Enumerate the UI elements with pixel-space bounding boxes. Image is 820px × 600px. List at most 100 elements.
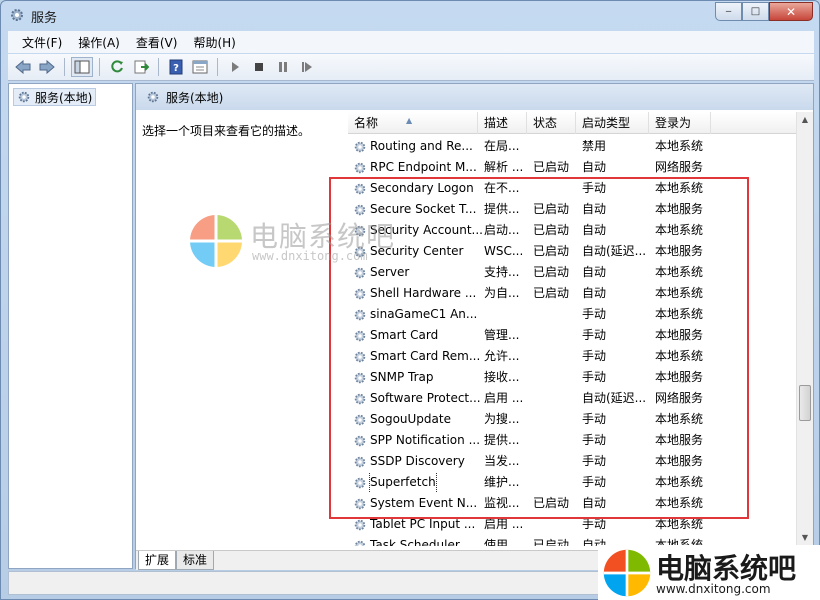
service-row[interactable]: SNMP Trap 接收... 手动 本地服务 (348, 367, 800, 388)
service-row[interactable]: Smart Card Rem... 允许... 手动 本地系统 (348, 346, 800, 367)
service-description: WSC... (484, 244, 524, 258)
scroll-down-icon[interactable]: ▼ (797, 530, 813, 546)
scroll-up-icon[interactable]: ▲ (797, 112, 813, 128)
start-service-icon[interactable] (224, 57, 246, 77)
vertical-scrollbar[interactable]: ▲ ▼ (796, 112, 813, 546)
service-startup-type: 手动 (582, 349, 607, 363)
service-row[interactable]: SogouUpdate 为搜... 手动 本地系统 (348, 409, 800, 430)
maximize-button[interactable]: □ (742, 2, 769, 21)
service-row[interactable]: Server 支持... 已启动 自动 本地系统 (348, 262, 800, 283)
service-row[interactable]: Superfetch 维护... 手动 本地系统 (348, 472, 800, 493)
service-row[interactable]: SPP Notification ... 提供... 手动 本地服务 (348, 430, 800, 451)
service-name: Secure Socket T... (370, 202, 477, 216)
menu-action[interactable]: 操作(A) (70, 34, 128, 51)
service-gear-icon (354, 141, 366, 152)
tree-item-services-local[interactable]: 服务(本地) (13, 88, 97, 106)
service-row[interactable]: Task Scheduler 使用... 已启动 自动 本地系统 (348, 535, 800, 546)
service-name-cell: SPP Notification ... (353, 430, 483, 451)
service-status: 已启动 (533, 496, 570, 510)
service-name: Security Center (370, 244, 464, 258)
service-row[interactable]: System Event N... 监视... 已启动 自动 本地系统 (348, 493, 800, 514)
service-log-on-as: 网络服务 (655, 391, 704, 405)
service-name: Task Scheduler (370, 538, 460, 546)
service-gear-icon (354, 183, 366, 194)
service-row[interactable]: Routing and Re... 在局... 禁用 本地系统 (348, 136, 800, 157)
service-log-on-as: 本地服务 (655, 454, 704, 468)
service-description: 提供... (484, 433, 520, 447)
menu-file[interactable]: 文件(F) (14, 34, 70, 51)
service-row[interactable]: SSDP Discovery 当发... 手动 本地服务 (348, 451, 800, 472)
close-button[interactable]: ✕ (769, 2, 813, 21)
service-row[interactable]: RPC Endpoint M... 解析 ... 已启动 自动 网络服务 (348, 157, 800, 178)
service-log-on-as: 本地服务 (655, 202, 704, 216)
services-gear-icon (11, 9, 23, 21)
service-log-on-as: 本地系统 (655, 286, 704, 300)
service-gear-icon (354, 288, 366, 299)
service-gear-icon (354, 519, 366, 530)
forward-icon[interactable] (36, 57, 58, 77)
service-description: 提供... (484, 202, 520, 216)
service-gear-icon (354, 330, 366, 341)
service-gear-icon (354, 309, 366, 320)
service-startup-type: 自动 (582, 223, 607, 237)
stop-service-icon[interactable] (248, 57, 270, 77)
scrollbar-thumb[interactable] (799, 385, 811, 421)
service-startup-type: 自动 (582, 286, 607, 300)
column-name[interactable]: 名称 ▲ (348, 112, 478, 134)
service-status: 已启动 (533, 160, 570, 174)
service-row[interactable]: Secure Socket T... 提供... 已启动 自动 本地服务 (348, 199, 800, 220)
service-startup-type: 手动 (582, 307, 607, 321)
service-row[interactable]: Smart Card 管理... 手动 本地服务 (348, 325, 800, 346)
service-startup-type: 手动 (582, 370, 607, 384)
service-name: SogouUpdate (370, 412, 451, 426)
column-status[interactable]: 状态 (527, 112, 576, 134)
refresh-icon[interactable] (106, 57, 128, 77)
restart-service-icon[interactable] (296, 57, 318, 77)
service-description: 当发... (484, 454, 520, 468)
column-log-on-as[interactable]: 登录为 (649, 112, 711, 134)
properties-icon[interactable] (189, 57, 211, 77)
service-row[interactable]: Security Account... 启动... 已启动 自动 本地系统 (348, 220, 800, 241)
service-name-cell: SNMP Trap (353, 367, 483, 388)
pane-header-title: 服务(本地) (166, 90, 224, 105)
show-hide-tree-icon[interactable] (71, 57, 93, 77)
minimize-button[interactable]: ‒ (715, 2, 742, 21)
help-icon[interactable]: ? (165, 57, 187, 77)
toolbar: ? (8, 54, 814, 81)
service-row[interactable]: Security Center WSC... 已启动 自动(延迟... 本地服务 (348, 241, 800, 262)
service-gear-icon (354, 204, 366, 215)
service-log-on-as: 本地系统 (655, 412, 704, 426)
service-name: System Event N... (370, 496, 478, 510)
service-name-cell: Shell Hardware ... (353, 283, 483, 304)
menu-view[interactable]: 查看(V) (128, 34, 186, 51)
service-description: 使用... (484, 538, 520, 546)
service-description: 启动... (484, 223, 520, 237)
service-row[interactable]: Software Protect... 启用 ... 自动(延迟... 网络服务 (348, 388, 800, 409)
service-gear-icon (354, 393, 366, 404)
column-description[interactable]: 描述 (478, 112, 527, 134)
service-gear-icon (354, 162, 366, 173)
tab-standard[interactable]: 标准 (176, 551, 215, 570)
service-startup-type: 自动 (582, 160, 607, 174)
service-name: Superfetch (369, 472, 437, 493)
service-gear-icon (354, 246, 366, 257)
menu-help[interactable]: 帮助(H) (185, 34, 243, 51)
service-startup-type: 手动 (582, 412, 607, 426)
service-row[interactable]: Tablet PC Input ... 启用 ... 手动 本地系统 (348, 514, 800, 535)
export-list-icon[interactable] (130, 57, 152, 77)
service-name-cell: Smart Card Rem... (353, 346, 483, 367)
pause-service-icon[interactable] (272, 57, 294, 77)
title-bar[interactable]: 服务 ‒ □ ✕ (1, 1, 819, 29)
service-row[interactable]: sinaGameC1 An... 手动 本地系统 (348, 304, 800, 325)
service-name-cell: Secondary Logon (353, 178, 483, 199)
tab-extended[interactable]: 扩展 (138, 551, 177, 570)
back-icon[interactable] (12, 57, 34, 77)
column-startup-type[interactable]: 启动类型 (576, 112, 649, 134)
service-status: 已启动 (533, 244, 570, 258)
service-gear-icon (354, 225, 366, 236)
service-name-cell: Secure Socket T... (353, 199, 483, 220)
service-log-on-as: 本地服务 (655, 370, 704, 384)
service-description: 接收... (484, 370, 520, 384)
service-row[interactable]: Shell Hardware ... 为自... 已启动 自动 本地系统 (348, 283, 800, 304)
service-row[interactable]: Secondary Logon 在不... 手动 本地系统 (348, 178, 800, 199)
